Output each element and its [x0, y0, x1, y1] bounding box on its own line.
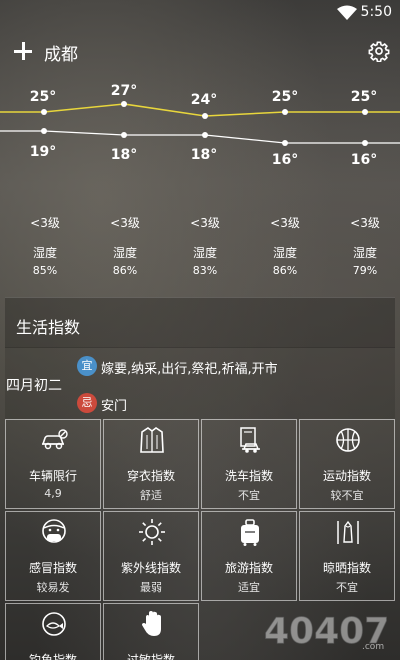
watermark-suffix: .com: [362, 642, 384, 652]
humidity-label-day-1: 湿度: [32, 246, 58, 260]
low-temp-day-1: 19°: [29, 144, 57, 160]
add-city-icon[interactable]: [12, 40, 34, 62]
humidity-day-5: 79%: [352, 264, 378, 277]
humidity-label-day-2: 湿度: [112, 246, 138, 260]
fishing-icon: [42, 612, 66, 636]
high-temp-day-3: 24°: [190, 92, 218, 108]
basketball-icon: [336, 428, 360, 452]
city-name[interactable]: 成都: [44, 40, 78, 65]
watermark-logo: 40407 .com: [264, 611, 390, 653]
index-value: 不宜: [238, 489, 260, 502]
index-name: 晾晒指数: [322, 561, 371, 575]
high-temp-day-5: 25°: [350, 89, 378, 105]
index-cell-travel[interactable]: 旅游指数 适宜: [201, 511, 297, 601]
index-cell-cold[interactable]: 感冒指数 较易发: [5, 511, 101, 601]
drying-icon: [337, 520, 359, 544]
high-temp-point: [121, 101, 127, 107]
humidity-day-3: 83%: [192, 264, 218, 277]
gear-icon[interactable]: [368, 40, 390, 62]
life-index-header: 生活指数: [5, 297, 395, 348]
high-temp-point: [202, 113, 208, 119]
index-value: 最弱: [140, 581, 162, 594]
wind-day-4: <3级: [270, 216, 300, 230]
wind-day-1: <3级: [30, 216, 60, 230]
index-cell-sport[interactable]: 运动指数 较不宜: [299, 419, 395, 509]
index-value: 4,9: [44, 487, 62, 500]
hand-icon: [142, 611, 161, 636]
index-name: 紫外线指数: [120, 561, 181, 575]
index-name: 感冒指数: [28, 561, 77, 575]
low-temp-day-4: 16°: [271, 152, 299, 168]
low-temp-day-2: 18°: [110, 147, 138, 163]
index-cell-drying[interactable]: 晾晒指数 不宜: [299, 511, 395, 601]
wifi-icon: [337, 5, 357, 20]
low-temp-line: [0, 130, 400, 144]
index-name: 过敏指数: [126, 653, 175, 660]
ji-activities: 安门: [101, 399, 128, 414]
yi-activities: 嫁要,纳采,出行,祭祀,祈福,开市: [101, 362, 278, 377]
index-cell-allergy[interactable]: 过敏指数: [103, 603, 199, 660]
low-temp-point: [282, 140, 288, 146]
low-temp-point: [202, 132, 208, 138]
low-temp-point: [362, 140, 368, 146]
lunar-date: 四月初二: [6, 378, 62, 394]
yi-badge: 宜: [77, 356, 97, 376]
high-temp-point: [41, 109, 47, 115]
coat-icon: [140, 427, 164, 453]
index-cell-car-wash[interactable]: 洗车指数 不宜: [201, 419, 297, 509]
status-time: 5:50: [360, 4, 392, 20]
high-temp-day-1: 25°: [29, 89, 57, 105]
wind-day-2: <3级: [110, 216, 140, 230]
high-temp-day-2: 27°: [110, 83, 138, 99]
index-name: 运动指数: [322, 469, 371, 483]
index-value: 较易发: [36, 581, 70, 594]
humidity-label-day-5: 湿度: [352, 246, 378, 260]
car-icon: [41, 429, 68, 450]
wind-day-5: <3级: [350, 216, 380, 230]
low-temp-point: [121, 132, 127, 138]
index-name: 旅游指数: [224, 561, 273, 575]
almanac-panel: 四月初二 宜 嫁要,纳采,出行,祭祀,祈福,开市 忌 安门: [5, 347, 395, 419]
ji-badge: 忌: [77, 393, 97, 413]
forecast-panel: 25° 27° 24° 25° 25° 19° 18° 18° 16° 16° …: [0, 80, 400, 290]
humidity-day-4: 86%: [272, 264, 298, 277]
humidity-day-2: 86%: [112, 264, 138, 277]
humidity-label-day-3: 湿度: [192, 246, 218, 260]
index-cell-uv[interactable]: 紫外线指数 最弱: [103, 511, 199, 601]
index-value: 不宜: [336, 581, 358, 594]
humidity-label-day-4: 湿度: [272, 246, 298, 260]
sun-icon: [139, 519, 165, 545]
app-header: 成都: [0, 26, 400, 80]
high-temp-point: [282, 109, 288, 115]
index-name: 穿衣指数: [126, 469, 175, 483]
mask-icon: [42, 519, 66, 543]
index-name: 钓鱼指数: [28, 653, 77, 660]
high-temp-day-4: 25°: [271, 89, 299, 105]
index-value: 舒适: [140, 489, 162, 502]
section-title: 生活指数: [16, 318, 81, 337]
index-value: 较不宜: [330, 489, 364, 502]
car-wash-icon: [240, 427, 260, 453]
status-bar: 5:50: [0, 0, 400, 26]
low-temp-point: [41, 128, 47, 134]
index-value: 适宜: [238, 581, 260, 594]
wind-day-3: <3级: [190, 216, 220, 230]
index-cell-traffic-limit[interactable]: 车辆限行 4,9: [5, 419, 101, 509]
index-name: 车辆限行: [28, 469, 77, 483]
index-cell-dressing[interactable]: 穿衣指数 舒适: [103, 419, 199, 509]
luggage-icon: [241, 519, 259, 546]
high-temp-point: [362, 109, 368, 115]
index-cell-fishing[interactable]: 钓鱼指数: [5, 603, 101, 660]
low-temp-day-3: 18°: [190, 147, 218, 163]
humidity-day-1: 85%: [32, 264, 58, 277]
low-temp-day-5: 16°: [350, 152, 378, 168]
index-name: 洗车指数: [224, 469, 273, 483]
